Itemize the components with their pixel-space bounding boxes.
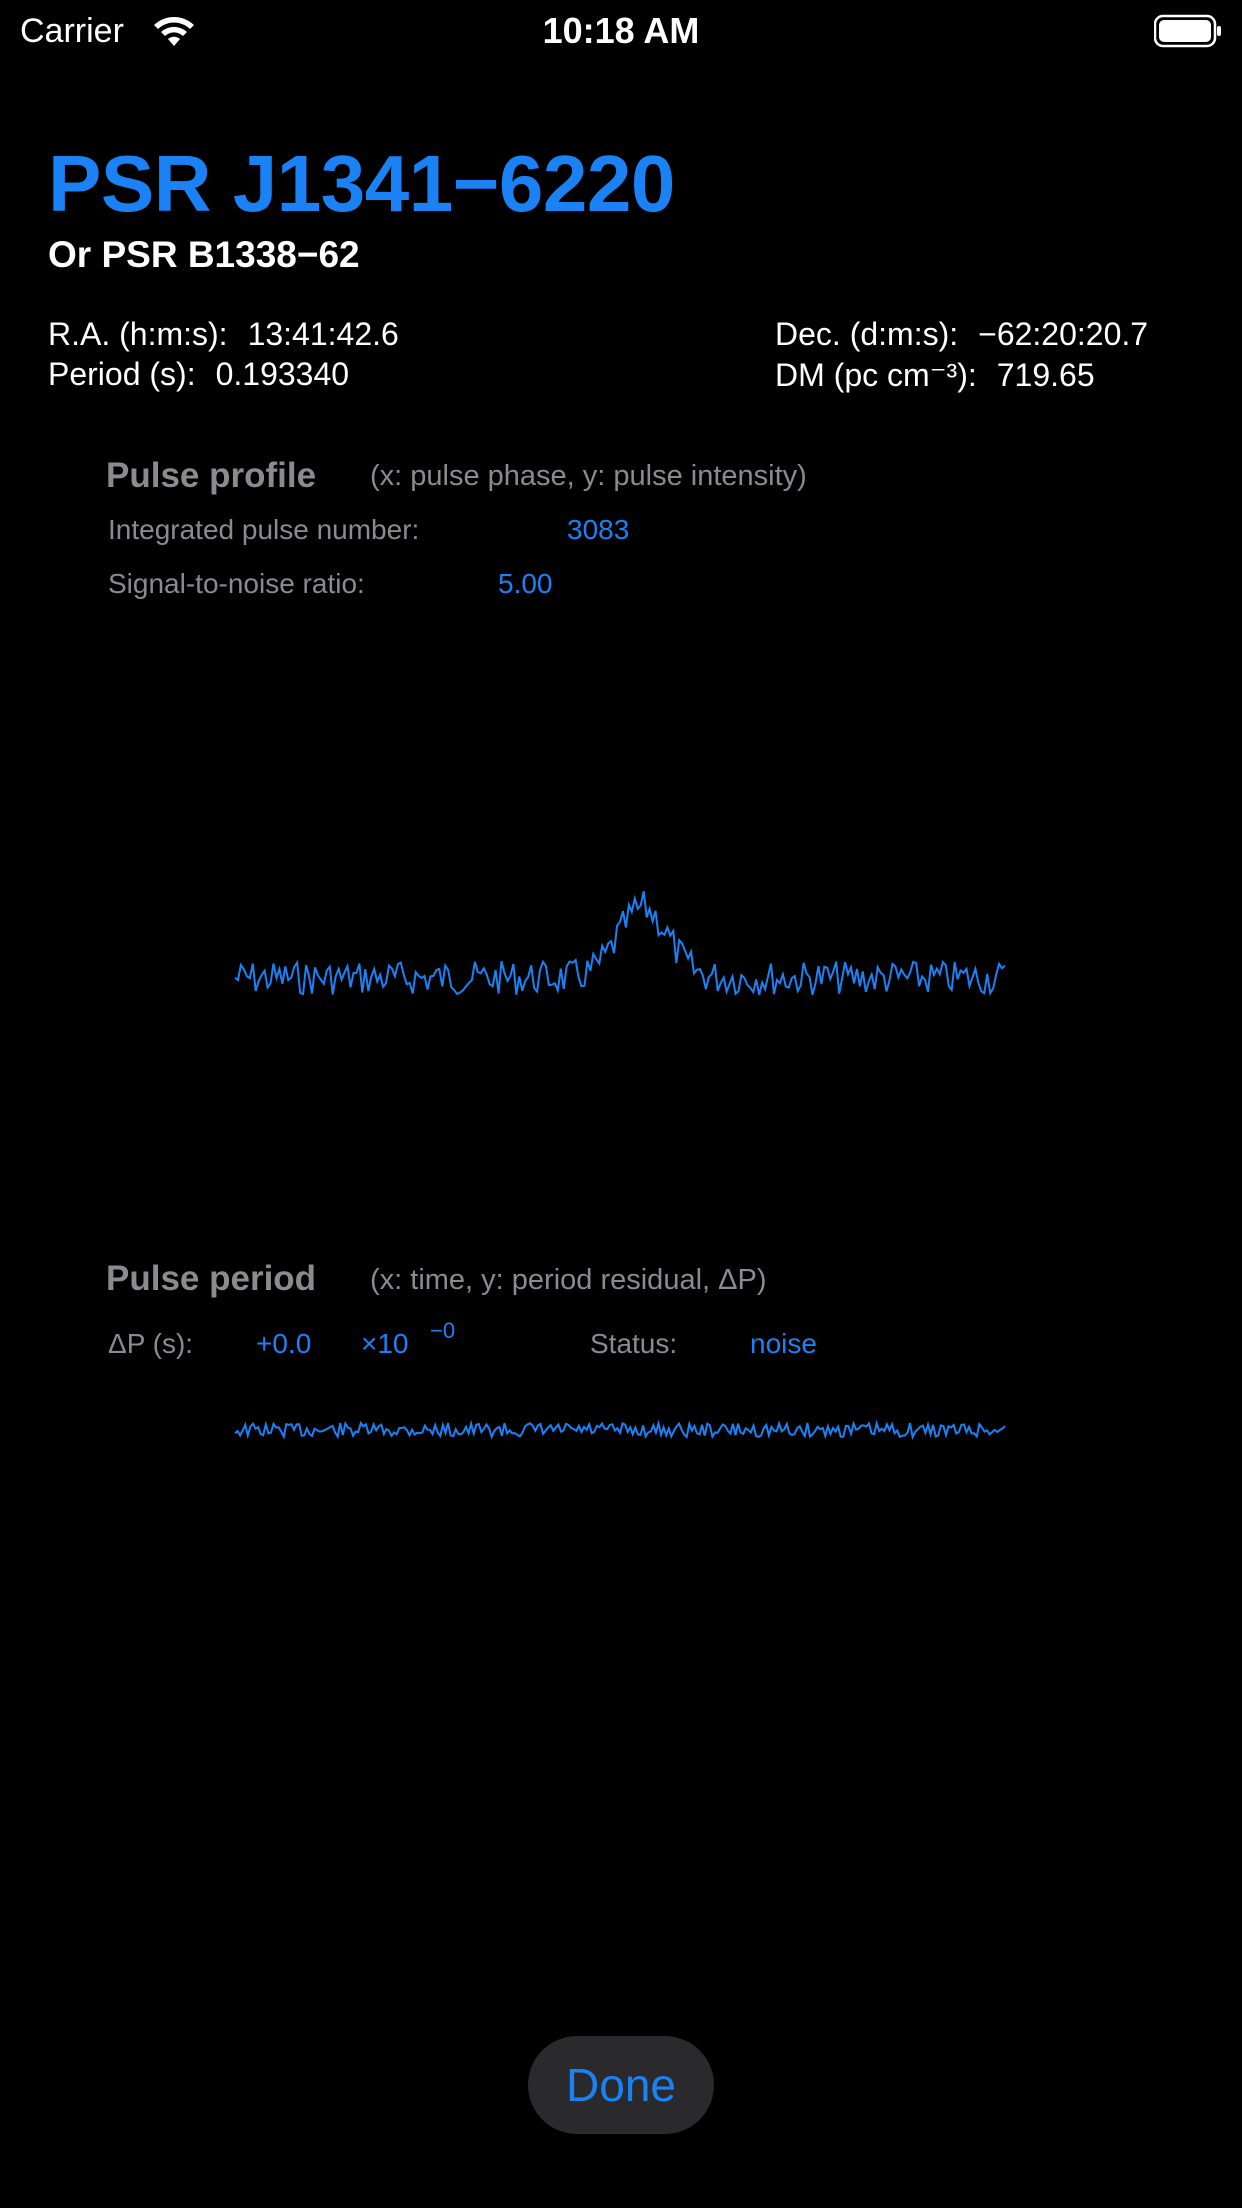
ra-label: R.A. (h:m:s): [48, 316, 228, 352]
period-row: Period (s): 0.193340 [48, 356, 349, 393]
done-button[interactable]: Done [528, 2036, 714, 2134]
snr-value: 5.00 [498, 568, 553, 599]
pulse-period-plot [234, 1419, 1006, 1441]
pulse-period-line [234, 1419, 1006, 1441]
delta-p-multiplier: ×10 [361, 1328, 409, 1359]
dm-label: DM (pc cm⁻³): [775, 357, 977, 393]
status-label: Status: [590, 1328, 678, 1359]
integrated-pulse-label: Integrated pulse number: [108, 514, 420, 545]
ra-row: R.A. (h:m:s): 13:41:42.6 [48, 316, 399, 353]
delta-p-label: ΔP (s): [108, 1328, 194, 1359]
clock: 10:18 AM [542, 10, 700, 51]
integrated-pulse-value: 3083 [567, 514, 630, 545]
dm-value: 719.65 [996, 357, 1095, 393]
ra-value: 13:41:42.6 [247, 316, 399, 352]
pulse-profile-line [234, 891, 1006, 997]
pulse-period-hint: (x: time, y: period residual, ΔP) [370, 1264, 767, 1296]
pulse-profile-title: Pulse profile [106, 456, 317, 495]
status-bar: Carrier 10:18 AM [0, 0, 1242, 64]
period-label: Period (s): [48, 356, 196, 392]
pulsar-detail-screen: Carrier 10:18 AM PSR J1341−6220 Or PSR B… [0, 0, 1242, 2208]
pulse-profile-plot [234, 891, 1006, 997]
page-subtitle: Or PSR B1338−62 [48, 234, 360, 275]
delta-p-exponent: −0 [430, 1318, 456, 1343]
battery-icon [1154, 14, 1221, 48]
delta-p-value: +0.0 [256, 1328, 312, 1359]
page-title: PSR J1341−6220 [48, 139, 675, 228]
dec-value: −62:20:20.7 [978, 316, 1149, 352]
dec-row: Dec. (d:m:s): −62:20:20.7 [775, 316, 1148, 353]
dec-label: Dec. (d:m:s): [775, 316, 959, 352]
pulse-period-title: Pulse period [106, 1259, 317, 1298]
status-value: noise [750, 1328, 817, 1359]
dm-row: DM (pc cm⁻³): 719.65 [775, 356, 1095, 394]
period-value: 0.193340 [215, 356, 350, 392]
pulse-profile-hint: (x: pulse phase, y: pulse intensity) [370, 460, 807, 492]
snr-label: Signal-to-noise ratio: [108, 568, 365, 599]
